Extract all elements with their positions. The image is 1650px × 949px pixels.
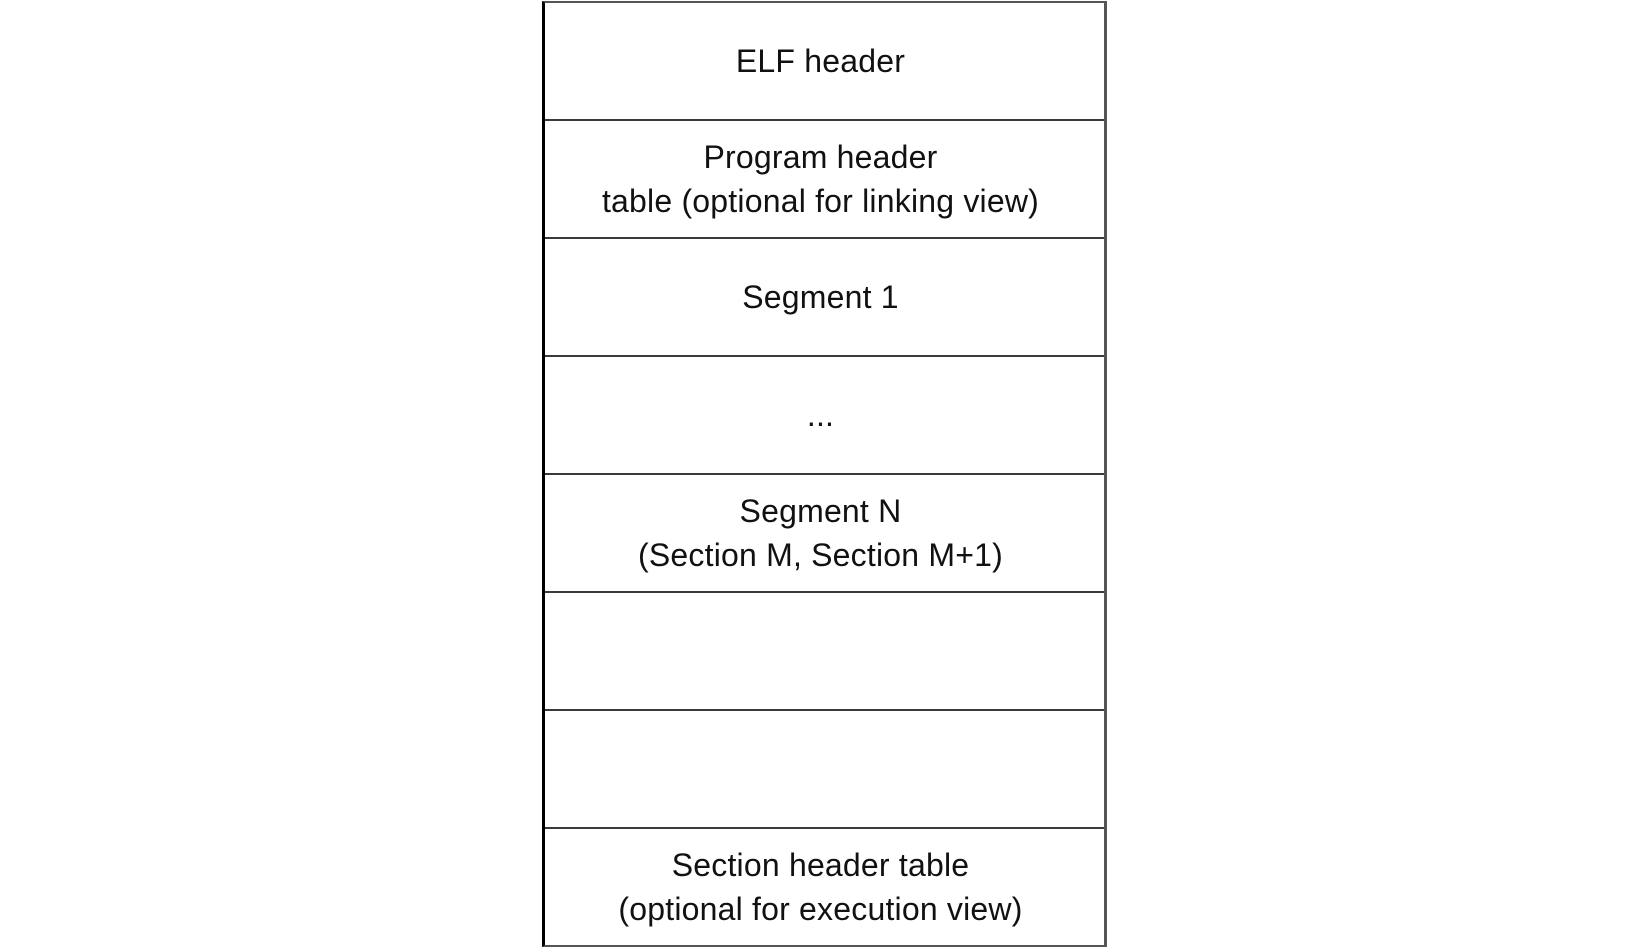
row-label: Segment N (Section M, Section M+1) bbox=[638, 493, 1003, 573]
row-segment-1: Segment 1 bbox=[545, 239, 1104, 357]
row-label: Section header table (optional for execu… bbox=[618, 847, 1023, 927]
row-label: ... bbox=[806, 397, 835, 433]
row-ellipsis: ... bbox=[545, 357, 1104, 475]
row-program-header-table: Program header table (optional for linki… bbox=[545, 121, 1104, 239]
elf-layout-diagram: ELF header Program header table (optiona… bbox=[542, 1, 1107, 947]
row-segment-n: Segment N (Section M, Section M+1) bbox=[545, 475, 1104, 593]
row-label: ELF header bbox=[735, 43, 906, 79]
row-empty-2 bbox=[545, 711, 1104, 829]
row-label: Segment 1 bbox=[742, 279, 899, 315]
row-empty-1 bbox=[545, 593, 1104, 711]
row-label: Program header table (optional for linki… bbox=[601, 139, 1040, 219]
row-section-header-table: Section header table (optional for execu… bbox=[545, 829, 1104, 945]
row-elf-header: ELF header bbox=[545, 3, 1104, 121]
